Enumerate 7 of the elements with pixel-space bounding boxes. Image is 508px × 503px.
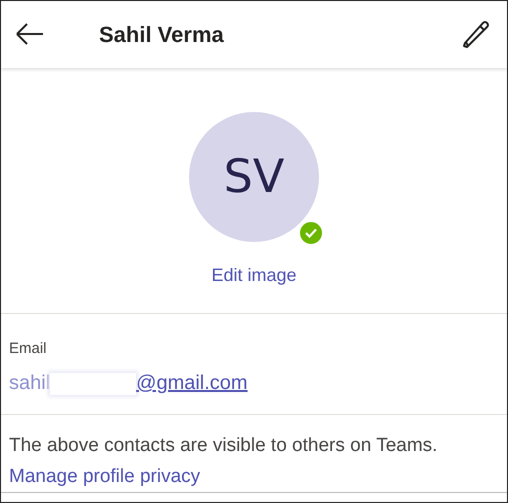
privacy-note: The above contacts are visible to others on Teams. Manage profile privacy xyxy=(9,434,438,489)
email-link[interactable]: sahil @gmail.com xyxy=(9,368,499,398)
manage-privacy-link[interactable]: Manage profile privacy xyxy=(9,466,200,487)
email-label: Email xyxy=(9,338,48,359)
contact-name: Sahil Verma xyxy=(99,20,224,49)
edit-image-link[interactable]: Edit image xyxy=(211,262,297,289)
avatar-initials: SV xyxy=(189,112,319,242)
